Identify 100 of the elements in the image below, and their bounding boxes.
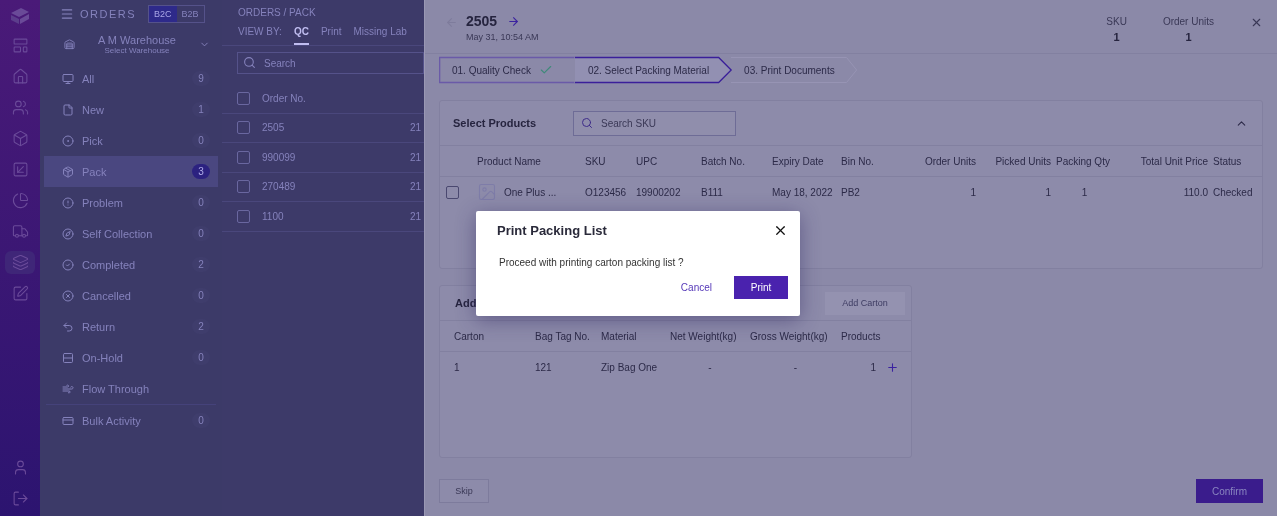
dialog-title: Print Packing List (497, 223, 607, 238)
nav-button[interactable] (5, 251, 35, 274)
sidebar-item[interactable]: Return 2 (44, 311, 218, 342)
menu-icon[interactable] (60, 7, 74, 21)
checkbox[interactable] (237, 121, 250, 135)
order-number: 2505 (466, 13, 498, 29)
view-tab[interactable]: Print (320, 26, 342, 45)
view-tab[interactable]: Missing Lab (353, 26, 407, 45)
column-header: Picked Units (994, 155, 1052, 167)
sidebar-label: Problem (82, 196, 124, 209)
checkbox[interactable] (237, 150, 250, 164)
forward-arrow-icon[interactable] (507, 14, 521, 28)
column-header: Packing Qty (1056, 155, 1111, 167)
order-number[interactable]: 990099 (262, 151, 398, 163)
table-cell-text: 1 (969, 186, 977, 198)
step-tab[interactable]: 01. Quality Check (439, 57, 575, 83)
stat-label: Order Units (1162, 16, 1214, 27)
sidebar-item[interactable]: Pack 3 (44, 156, 218, 187)
close-button[interactable] (773, 223, 788, 238)
order-number[interactable]: 270489 (262, 181, 398, 193)
count-badge: 1 (192, 102, 210, 117)
column-header: Status (1213, 155, 1243, 167)
sidebar-label: Cancelled (82, 289, 132, 302)
sidebar-item[interactable]: New 1 (44, 94, 218, 125)
stat-value: 1 (1185, 31, 1192, 43)
logo-icon (9, 6, 31, 26)
table-cell-text: Zip Bag One (601, 361, 659, 373)
sidebar-item[interactable]: Pick 0 (44, 125, 218, 156)
cancel-button[interactable]: Cancel (680, 282, 712, 293)
step-tab[interactable]: 02. Select Packing Material (574, 57, 732, 83)
table-cell-text: 21 (410, 151, 423, 163)
view-by-label: VIEW BY: (238, 26, 282, 39)
column-header: Product Name (477, 155, 542, 167)
column-header: Carton (454, 330, 485, 342)
sidebar-item[interactable]: Self Collection 0 (44, 218, 218, 249)
count-badge: 2 (192, 257, 210, 272)
table-cell-text: 21 (410, 181, 423, 193)
package-icon (62, 165, 74, 178)
column-header: SKU (585, 155, 607, 167)
count-badge: 9 (192, 71, 210, 86)
search-field[interactable]: Search (237, 52, 424, 74)
channel-tab[interactable]: B2B (176, 6, 204, 22)
sidebar-item[interactable]: On-Hold 0 (44, 342, 218, 373)
sidebar-label: Return (82, 320, 117, 333)
sidebar-item[interactable]: Problem 0 (44, 187, 218, 218)
sidebar-item[interactable]: All 9 (44, 63, 218, 94)
sidebar-item[interactable]: Bulk Activity 0 (44, 405, 218, 436)
column-header: Material (601, 330, 638, 342)
search-field[interactable]: Search SKU (573, 110, 736, 136)
checkbox[interactable] (446, 185, 459, 199)
search-icon (243, 56, 256, 69)
checkbox[interactable] (237, 180, 250, 194)
channel-tab[interactable]: B2C (149, 6, 177, 22)
count-badge: 3 (192, 164, 210, 179)
sidebar-label: Bulk Activity (82, 414, 142, 427)
sidebar-title: ORDERS (80, 8, 137, 20)
table-cell-text: 19900202 (636, 186, 682, 198)
table-cell-text: Checked (1213, 186, 1254, 198)
sidebar-item[interactable]: Flow Through (44, 373, 218, 404)
order-number[interactable]: 2505 (262, 122, 398, 134)
skip-button[interactable]: Skip (439, 479, 489, 503)
cancel-icon (62, 289, 74, 302)
table-cell-text: 21 (410, 210, 423, 222)
column-header: Order Units (923, 155, 977, 167)
column-header: Order No. (262, 92, 307, 104)
sidebar-item[interactable]: Completed 2 (44, 249, 218, 280)
checkbox[interactable] (237, 91, 250, 105)
file-icon (62, 103, 74, 116)
confirm-button[interactable]: Confirm (1196, 479, 1263, 503)
column-header: Gross Weight(kg) (750, 330, 829, 342)
monitor-icon (62, 72, 74, 85)
pie-chart-icon (11, 192, 29, 209)
sidebar-label: Pick (82, 134, 104, 147)
checkbox[interactable] (237, 209, 250, 223)
table-cell-text: 121 (535, 361, 553, 373)
table-cell-text: - (792, 361, 799, 373)
print-button[interactable]: Print (734, 276, 788, 299)
step-tab[interactable]: 03. Print Documents (731, 57, 857, 83)
edit-icon (11, 285, 29, 302)
table-cell-text: O123456 (585, 186, 628, 198)
logout-icon[interactable] (11, 490, 29, 507)
table-cell-text: - (707, 361, 713, 373)
table-cell-text: 1 (1044, 186, 1052, 198)
view-tab[interactable]: QC (293, 26, 309, 45)
table-cell-text: 1 (1080, 186, 1089, 198)
column-header: Net Weight(kg) (670, 330, 738, 342)
table-cell-text: 21 (410, 122, 423, 134)
card-title: Select Products (453, 117, 538, 129)
home-icon (11, 68, 29, 85)
table-cell-text: 1 (454, 361, 461, 373)
column-header: Total Unit Price (1139, 155, 1209, 167)
wind-icon (62, 382, 74, 395)
table-cell-text: May 18, 2022 (772, 186, 834, 198)
add-icon[interactable] (886, 360, 899, 374)
close-icon[interactable] (1250, 16, 1263, 29)
sidebar-label: Pack (82, 165, 108, 178)
warehouse-name[interactable]: A M Warehouse (98, 34, 176, 46)
sidebar-item[interactable]: Cancelled 0 (44, 280, 218, 311)
order-number[interactable]: 1100 (262, 210, 398, 222)
count-badge: 0 (192, 413, 210, 428)
